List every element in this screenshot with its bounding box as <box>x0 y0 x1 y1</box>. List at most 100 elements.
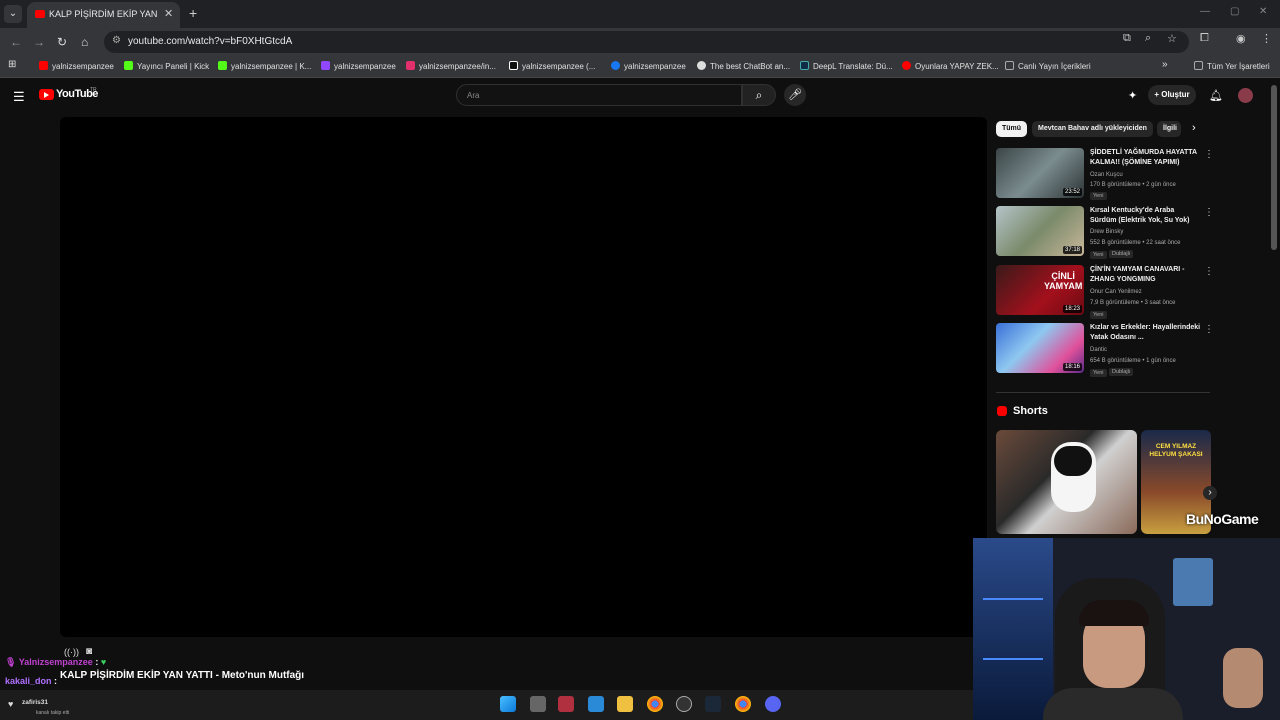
bookmark-folder[interactable]: Canlı Yayın İçerikleri <box>1005 61 1091 71</box>
bookmark-item[interactable]: yalnizsempanzee | K... <box>218 61 311 71</box>
heart-icon: ♥ <box>100 657 107 667</box>
video-title[interactable]: Kızlar vs Erkekler: Hayallerindeki Yatak… <box>1090 323 1202 343</box>
studio-icon[interactable]: ✦ <box>1128 89 1137 102</box>
tab-search-icon[interactable]: ⌄ <box>4 5 22 23</box>
new-tab-icon[interactable]: + <box>189 5 197 21</box>
app-icon[interactable] <box>558 696 574 712</box>
avatar[interactable] <box>1238 88 1253 103</box>
tab-close-icon[interactable]: ✕ <box>164 7 173 20</box>
chrome-icon[interactable] <box>735 696 751 712</box>
video-title[interactable]: Kırsal Kentucky'de Araba Sürdüm (Elektri… <box>1090 206 1202 226</box>
video-title[interactable]: ŞİDDETLİ YAĞMURDA HAYATTA KALMA!! (ŞÖMİN… <box>1090 148 1202 168</box>
video-thumbnail[interactable]: 18:16 <box>996 323 1084 373</box>
channel-name[interactable]: Dantic <box>1090 347 1107 353</box>
video-thumbnail[interactable]: 23:52 <box>996 148 1084 198</box>
more-options-icon[interactable]: ⋮ <box>1204 207 1214 218</box>
youtube-logo-icon[interactable] <box>39 89 54 100</box>
search-input[interactable]: Ara <box>456 84 742 106</box>
chip-related[interactable]: İlgili <box>1157 121 1181 137</box>
address-bar-row: ← → ↻ ⌂ ⚙ youtube.com/watch?v=bF0XHtGtcd… <box>0 28 1280 56</box>
bookmark-item[interactable]: Oyunlara YAPAY ZEK... <box>902 61 999 71</box>
browser-tab[interactable]: KALP PİŞİRDİM EKİP YAN YATTI ✕ <box>27 2 180 28</box>
notification-text: kanalı takip etti <box>36 710 70 716</box>
channel-name[interactable]: Drew Binsky <box>1090 229 1123 235</box>
chevron-right-icon[interactable]: › <box>1203 486 1217 500</box>
shorts-title: Shorts <box>1013 405 1048 417</box>
profile-icon[interactable]: ◉ <box>1236 32 1246 45</box>
bookmark-item[interactable]: yalnizsempanzee <box>321 61 396 71</box>
extensions-icon[interactable]: ⧠ <box>1200 32 1209 45</box>
windows-start-icon[interactable] <box>500 696 516 712</box>
bookmark-item[interactable]: yalnizsempanzee <box>611 61 686 71</box>
notifications-bell-icon[interactable]: 🔔︎ <box>1209 89 1223 102</box>
video-thumbnail[interactable]: ÇİNLİ YAMYAM 18:23 <box>996 265 1084 315</box>
folder-icon <box>1005 61 1014 70</box>
bookmark-label: Canlı Yayın İçerikleri <box>1018 62 1091 71</box>
video-thumbnail[interactable]: 37:18 <box>996 206 1084 256</box>
recommendation-item[interactable]: 23:52 ŞİDDETLİ YAĞMURDA HAYATTA KALMA!! … <box>996 148 1216 200</box>
task-view-icon[interactable] <box>530 696 546 712</box>
steam-icon[interactable] <box>705 696 721 712</box>
menu-icon[interactable]: ⋮ <box>1261 32 1272 45</box>
video-meta: 170 B görüntüleme • 2 gün önce <box>1090 182 1176 188</box>
back-icon[interactable]: ← <box>10 35 22 49</box>
channel-name[interactable]: Onur Can Yenilmez <box>1090 289 1142 295</box>
create-button[interactable]: + Oluştur <box>1148 85 1196 105</box>
app-icon[interactable] <box>588 696 604 712</box>
video-title: KALP PİŞİRDİM EKİP YAN YATTI - Meto'nun … <box>60 670 305 681</box>
bookmark-item[interactable]: DeepL Translate: Dü... <box>800 61 893 71</box>
follow-notification: ♥ zafiris31 kanalı takip etti <box>8 699 69 716</box>
bookmark-item[interactable]: Yayıncı Paneli | Kick <box>124 61 209 71</box>
maximize-icon[interactable]: ▢ <box>1230 6 1239 17</box>
page-scrollbar[interactable] <box>1271 85 1277 250</box>
bookmark-item[interactable]: yalnizsempanzee (... <box>509 61 595 71</box>
more-options-icon[interactable]: ⋮ <box>1204 266 1214 277</box>
all-bookmarks[interactable]: Tüm Yer İşaretleri <box>1194 61 1270 71</box>
video-duration: 23:52 <box>1062 188 1082 196</box>
camera-icon[interactable]: ◙ <box>86 646 92 657</box>
forward-icon[interactable]: → <box>33 35 45 49</box>
install-icon[interactable]: ⧉ <box>1123 32 1131 45</box>
video-duration: 18:16 <box>1062 363 1082 371</box>
more-bookmarks-icon[interactable]: » <box>1162 59 1168 70</box>
mic-icon: 🎙︎ <box>5 657 17 667</box>
file-explorer-icon[interactable] <box>617 696 633 712</box>
channel-name[interactable]: Ozan Kuşcu <box>1090 172 1123 178</box>
shelf-image <box>973 538 1053 720</box>
recommendation-item[interactable]: 18:16 Kızlar vs Erkekler: Hayallerindeki… <box>996 323 1216 377</box>
minimize-icon[interactable]: — <box>1200 6 1210 17</box>
chevron-right-icon[interactable]: › <box>1192 122 1196 134</box>
bookmark-item[interactable]: yalnizsempanzee/in... <box>406 61 496 71</box>
cat-head-image <box>1054 446 1092 476</box>
window-close-icon[interactable]: ✕ <box>1259 6 1267 17</box>
dubbed-badge: Dublajlı <box>1109 368 1134 376</box>
recommendation-item[interactable]: ÇİNLİ YAMYAM 18:23 ÇİN'İN YAMYAM CANAVARI… <box>996 265 1216 319</box>
bookmark-star-icon[interactable]: ☆ <box>1167 32 1177 45</box>
url-field[interactable]: ⚙ youtube.com/watch?v=bF0XHtGtcdA <box>104 31 1189 53</box>
monitor-image <box>1173 558 1213 606</box>
bookmark-item[interactable]: The best ChatBot an... <box>697 61 790 71</box>
bookmark-item[interactable]: yalnizsempanzee <box>39 61 114 71</box>
chip-all[interactable]: Tümü <box>996 121 1028 137</box>
app-icon[interactable] <box>676 696 692 712</box>
chrome-icon[interactable] <box>647 696 663 712</box>
video-title[interactable]: ÇİN'İN YAMYAM CANAVARI - ZHANG YONGMING <box>1090 265 1202 285</box>
chip-uploader[interactable]: Mevtcan Bahav adlı yükleyiciden <box>1032 121 1153 137</box>
more-options-icon[interactable]: ⋮ <box>1204 324 1214 335</box>
apps-icon[interactable]: ⊞ <box>8 59 16 70</box>
search-button[interactable]: ⌕ <box>742 84 776 106</box>
discord-icon[interactable] <box>765 696 781 712</box>
hamburger-menu-icon[interactable]: ☰ <box>13 89 25 105</box>
site-info-icon[interactable]: ⚙ <box>112 35 121 46</box>
more-options-icon[interactable]: ⋮ <box>1204 149 1214 160</box>
new-badge: Yeni <box>1090 369 1107 377</box>
voice-search-button[interactable]: 🎤︎ <box>784 84 806 106</box>
person-hair-image <box>1079 600 1149 626</box>
home-icon[interactable]: ⌂ <box>81 35 88 49</box>
reload-icon[interactable]: ↻ <box>57 35 67 49</box>
zoom-icon[interactable]: ⌕ <box>1145 32 1151 45</box>
short-thumbnail[interactable] <box>996 430 1137 534</box>
live-signal-icon[interactable]: ((·)) <box>64 647 79 657</box>
video-player[interactable] <box>60 117 987 637</box>
recommendation-item[interactable]: 37:18 Kırsal Kentucky'de Araba Sürdüm (E… <box>996 206 1216 259</box>
